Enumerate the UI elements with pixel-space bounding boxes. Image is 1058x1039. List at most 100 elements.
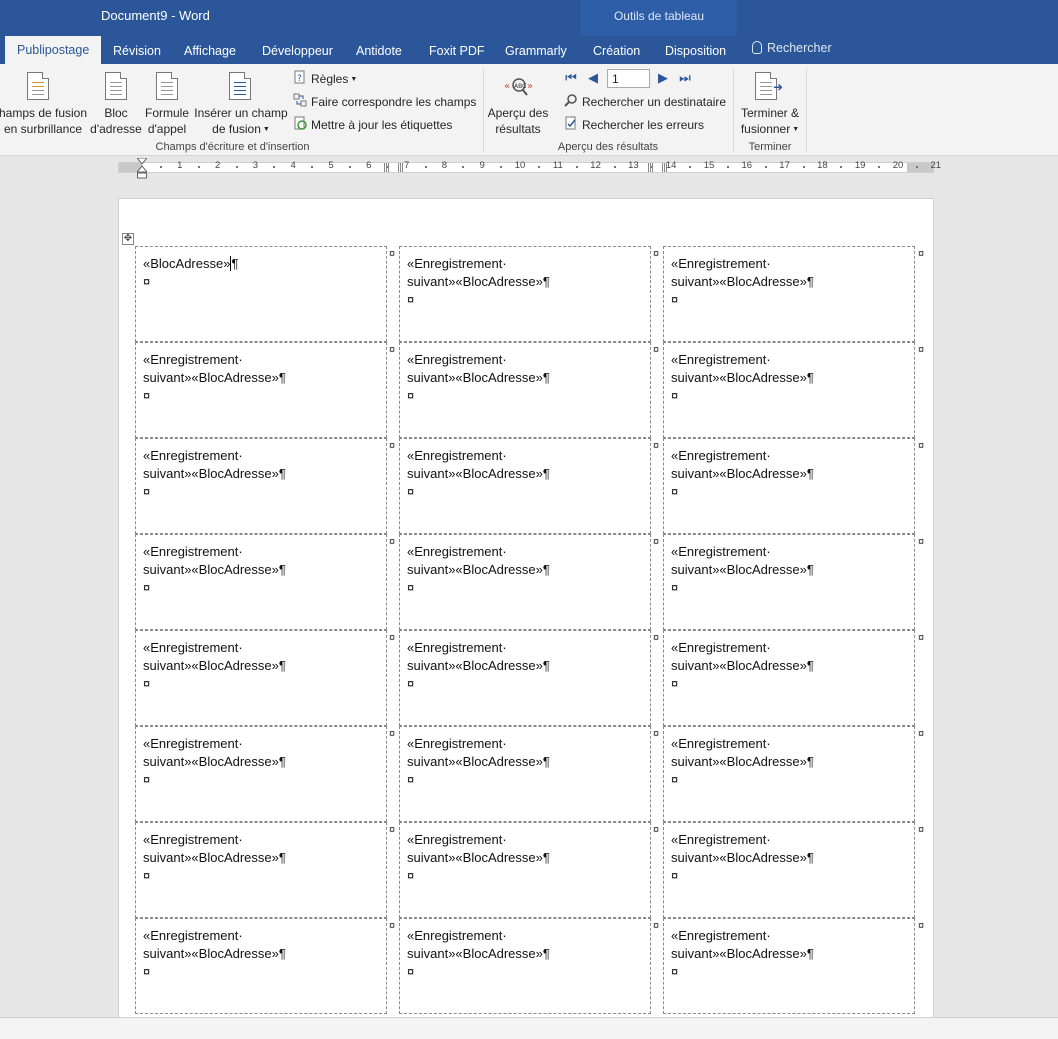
tab-grammarly[interactable]: Grammarly [505,41,567,64]
tab-revision[interactable]: Révision [113,41,161,64]
ruler-tick [840,166,843,168]
label-cell[interactable]: «Enregistrement· suivant»«BlocAdresse»¶ ¤ [663,438,915,534]
address-block-field: suivant»«BlocAdresse»¶ [143,562,286,577]
label-cell[interactable]: «Enregistrement· suivant»«BlocAdresse»¶ ¤ [399,534,651,630]
tab-antidote[interactable]: Antidote [356,41,402,64]
ruler-column-marker[interactable] [662,163,668,172]
insert-merge-field-button[interactable]: Insérer un champ de fusion ▼ [192,105,290,138]
address-block-field: suivant»«BlocAdresse»¶ [671,850,814,865]
greeting-line-button[interactable]: Formule d'appel [142,105,192,137]
group-label-terminer: Terminer [748,141,792,153]
ruler-column-marker[interactable] [648,163,654,172]
label-cell[interactable]: «Enregistrement· suivant»«BlocAdresse»¶ ¤ [399,342,651,438]
label-cell[interactable]: «BlocAdresse»¶ ¤ [135,246,387,342]
find-recipient-button[interactable]: Rechercher un destinataire [582,94,726,110]
check-errors-icon [565,116,576,130]
end-of-cell-mark: ¤ [671,676,679,691]
address-block-field: suivant»«BlocAdresse»¶ [143,850,286,865]
arrow-right-icon: ➜ [773,80,784,94]
label-cell[interactable]: «Enregistrement· suivant»«BlocAdresse»¶ ¤ [399,438,651,534]
dropdown-caret-icon: ▼ [262,126,270,133]
ruler-number: 18 [817,160,828,171]
ruler-tick [311,166,314,168]
ruler-column-marker[interactable] [384,163,390,172]
tab-foxit-pdf[interactable]: Foxit PDF [429,41,485,64]
label-cell[interactable]: «Enregistrement· suivant»«BlocAdresse»¶ ¤ [663,630,915,726]
indent-marker-icon[interactable] [137,158,147,180]
ruler-number: 20 [892,160,904,171]
preview-results-button[interactable]: Aperçu des résultats [484,105,552,137]
end-of-cell-mark: ¤ [671,580,679,595]
end-of-cell-mark: ¤ [407,772,415,787]
first-record-button[interactable]: ⏮ [564,70,578,86]
next-record-field: «Enregistrement· [671,544,771,559]
label-cell[interactable]: «Enregistrement· suivant»«BlocAdresse»¶ ¤ [135,630,387,726]
next-record-button[interactable]: ▶ [656,70,670,86]
ruler-number: 4 [290,160,296,171]
group-label-apercu: Aperçu des résultats [557,141,659,153]
table-move-handle-icon[interactable]: ✥ [122,233,134,245]
label-cell[interactable]: «Enregistrement· suivant»«BlocAdresse»¶ ¤ [135,534,387,630]
tab-disposition[interactable]: Disposition [665,41,726,64]
label-cell[interactable]: «Enregistrement· suivant»«BlocAdresse»¶ ¤ [663,342,915,438]
tab-affichage[interactable]: Affichage [184,41,236,64]
end-of-row-mark: ¤ [918,248,925,260]
ruler-number: 1 [177,160,183,171]
next-record-field: «Enregistrement· [143,448,243,463]
address-block-field: suivant»«BlocAdresse»¶ [143,946,286,961]
address-block-button[interactable]: Bloc d'adresse [88,105,144,137]
highlight-merge-fields-button[interactable]: hamps de fusion en surbrillance [0,105,90,137]
label-cell[interactable]: «Enregistrement· suivant»«BlocAdresse»¶ ¤ [135,342,387,438]
address-block-field: suivant»«BlocAdresse»¶ [671,658,814,673]
end-of-row-mark: ¤ [918,728,925,740]
end-of-cell-mark: ¤ [407,964,415,979]
label-cell[interactable]: «Enregistrement· suivant»«BlocAdresse»¶ ¤ [399,726,651,822]
tab-developpeur[interactable]: Développeur [262,41,333,64]
label-cell[interactable]: «Enregistrement· suivant»«BlocAdresse»¶ ¤ [135,726,387,822]
previous-record-button[interactable]: ◀ [586,70,600,86]
rules-button[interactable]: Règles ▼ [311,71,357,88]
label-cell[interactable]: «Enregistrement· suivant»«BlocAdresse»¶ ¤ [399,918,651,1014]
end-of-cell-mark: ¤ [671,964,679,979]
label-cell[interactable]: «Enregistrement· suivant»«BlocAdresse»¶ ¤ [663,822,915,918]
label-cell[interactable]: «Enregistrement· suivant»«BlocAdresse»¶ ¤ [135,822,387,918]
ruler-number: 16 [741,160,753,171]
label-cell[interactable]: «Enregistrement· suivant»«BlocAdresse»¶ ¤ [399,246,651,342]
label-cell[interactable]: «Enregistrement· suivant»«BlocAdresse»¶ ¤ [663,918,915,1014]
end-of-cell-mark: ¤ [671,868,679,883]
horizontal-ruler[interactable]: 1 2 3 4 5 6 7 8 9 10 11 12 13 14 15 16 17 18 19 20 21 [118,160,941,173]
record-number-input[interactable] [607,69,650,88]
label-cell[interactable]: «Enregistrement· suivant»«BlocAdresse»¶ ¤ [135,438,387,534]
label-cell[interactable]: «Enregistrement· suivant»«BlocAdresse»¶ ¤ [135,918,387,1014]
end-of-row-mark: ¤ [389,344,396,356]
match-fields-button[interactable]: Faire correspondre les champs [311,94,476,110]
next-record-field: «Enregistrement· [143,544,243,559]
update-labels-button[interactable]: Mettre à jour les étiquettes [311,117,452,133]
label-cell[interactable]: «Enregistrement· suivant»«BlocAdresse»¶ ¤ [399,822,651,918]
address-block-field: suivant»«BlocAdresse»¶ [671,562,814,577]
svg-text:»: » [527,81,533,92]
tab-creation[interactable]: Création [593,41,640,64]
tell-me-search[interactable]: Rechercher [752,41,832,55]
next-record-field: «Enregistrement· [407,736,507,751]
ruler-tick [500,166,503,168]
ruler-tick [689,166,692,168]
group-separator [733,68,734,152]
label-cell[interactable]: «Enregistrement· suivant»«BlocAdresse»¶ ¤ [663,726,915,822]
svg-text:?: ? [297,74,302,84]
greeting-line-icon [156,72,178,100]
label-cell[interactable]: «Enregistrement· suivant»«BlocAdresse»¶ ¤ [663,534,915,630]
end-of-row-mark: ¤ [653,344,660,356]
check-errors-button[interactable]: Rechercher les erreurs [582,117,704,133]
ruler-column-marker[interactable] [398,163,404,172]
last-record-button[interactable]: ⏭ [678,70,692,86]
lightbulb-icon [752,41,762,54]
label-cell[interactable]: «Enregistrement· suivant»«BlocAdresse»¶ ¤ [399,630,651,726]
ruler-number: 11 [552,160,563,171]
next-record-field: «Enregistrement· [143,640,243,655]
finish-merge-button[interactable]: Terminer & fusionner ▼ [737,105,803,138]
tab-publipostage[interactable]: Publipostage [5,36,102,64]
update-labels-icon [294,116,307,130]
address-block-field: suivant»«BlocAdresse»¶ [671,370,814,385]
label-cell[interactable]: «Enregistrement· suivant»«BlocAdresse»¶ ¤ [663,246,915,342]
